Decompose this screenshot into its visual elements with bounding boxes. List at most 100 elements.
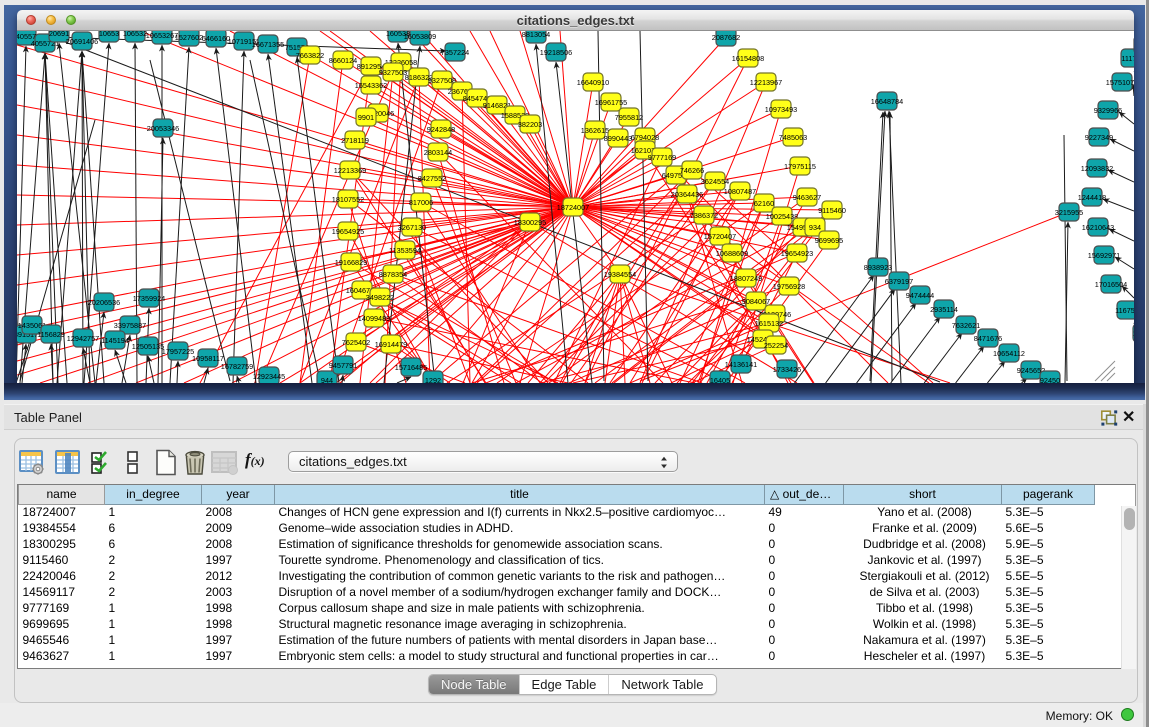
svg-text:11170: 11170: [1121, 54, 1134, 63]
svg-text:17359924: 17359924: [133, 294, 165, 303]
svg-text:18807249: 18807249: [730, 274, 762, 283]
svg-text:19166829: 19166829: [335, 258, 367, 267]
svg-text:19654925: 19654925: [332, 227, 364, 236]
svg-text:8813054: 8813054: [522, 31, 550, 39]
svg-text:2935114: 2935114: [930, 305, 958, 314]
svg-text:10973493: 10973493: [765, 105, 797, 114]
svg-text:12923445: 12923445: [253, 372, 285, 381]
svg-text:12505135: 12505135: [132, 342, 164, 351]
svg-text:7357224: 7357224: [441, 48, 469, 57]
svg-text:16154808: 16154808: [732, 54, 764, 63]
svg-text:1292: 1292: [425, 376, 441, 383]
svg-text:12213369: 12213369: [334, 166, 366, 175]
svg-text:3498222: 3498222: [366, 293, 394, 302]
svg-text:9463627: 9463627: [793, 193, 821, 202]
svg-text:12093832: 12093832: [1081, 164, 1113, 173]
svg-text:10958117: 10958117: [192, 354, 224, 363]
svg-text:20053346: 20053346: [147, 124, 179, 133]
svg-text:3215955: 3215955: [1055, 208, 1083, 217]
svg-text:20364436: 20364436: [671, 190, 703, 199]
svg-text:12942757: 12942757: [67, 334, 99, 343]
svg-text:9777169: 9777169: [648, 153, 676, 162]
svg-text:9327503: 9327503: [379, 68, 407, 77]
svg-text:9457791: 9457791: [329, 361, 357, 370]
svg-text:9699695: 9699695: [815, 236, 843, 245]
svg-text:7632621: 7632621: [952, 321, 980, 330]
svg-text:746266: 746266: [680, 166, 704, 175]
svg-text:10807487: 10807487: [724, 187, 756, 196]
svg-text:16640910: 16640910: [577, 78, 609, 87]
svg-text:106532: 106532: [123, 31, 147, 38]
svg-text:15720407: 15720407: [704, 232, 736, 241]
svg-text:15751074: 15751074: [1106, 78, 1134, 87]
svg-text:17957225: 17957225: [162, 347, 194, 356]
svg-text:8938923: 8938923: [864, 263, 892, 272]
svg-text:7625402: 7625402: [342, 338, 370, 347]
svg-text:62160: 62160: [754, 199, 774, 208]
svg-text:19654923: 19654923: [781, 249, 813, 258]
svg-text:1244418: 1244418: [1078, 193, 1106, 202]
svg-text:9329966: 9329966: [1094, 106, 1122, 115]
svg-text:1156829: 1156829: [37, 330, 65, 339]
svg-text:382203: 382203: [518, 120, 542, 129]
svg-text:8990443: 8990443: [604, 134, 632, 143]
svg-text:17975115: 17975115: [784, 162, 816, 171]
svg-text:16210643: 16210643: [1082, 223, 1114, 232]
svg-text:18724007: 18724007: [557, 203, 589, 212]
svg-text:14099489: 14099489: [358, 314, 390, 323]
svg-text:16543362: 16543362: [355, 81, 387, 90]
svg-text:7663822: 7663822: [296, 51, 324, 60]
svg-text:8660124: 8660124: [329, 56, 357, 65]
svg-text:18107552: 18107552: [332, 195, 364, 204]
svg-text:817006: 817006: [409, 198, 433, 207]
svg-text:17016504: 17016504: [1095, 280, 1127, 289]
svg-text:92450: 92450: [1040, 376, 1060, 383]
svg-text:10653267: 10653267: [146, 31, 178, 40]
svg-text:116753: 116753: [1115, 306, 1134, 315]
svg-text:1527602: 1527602: [175, 33, 203, 42]
svg-text:9474444: 9474444: [906, 291, 934, 300]
svg-text:9327508: 9327508: [428, 76, 456, 85]
svg-text:1615132: 1615132: [755, 319, 783, 328]
svg-text:6379197: 6379197: [885, 277, 913, 286]
svg-text:20206536: 20206536: [88, 298, 120, 307]
svg-text:12204: 12204: [1133, 329, 1134, 338]
svg-text:6466160: 6466160: [202, 34, 230, 43]
svg-text:16405: 16405: [710, 376, 730, 383]
svg-text:2718119: 2718119: [341, 136, 369, 145]
svg-text:10653: 10653: [99, 31, 119, 38]
svg-text:1733426: 1733426: [773, 365, 801, 374]
svg-text:7485063: 7485063: [779, 133, 807, 142]
svg-text:20691406: 20691406: [66, 37, 98, 46]
svg-text:934: 934: [809, 223, 821, 232]
svg-text:16053809: 16053809: [404, 32, 436, 41]
svg-text:18300295: 18300295: [514, 218, 546, 227]
svg-text:2087682: 2087682: [712, 33, 740, 42]
svg-text:3267130: 3267130: [398, 223, 426, 232]
svg-text:19756928: 19756928: [773, 282, 805, 291]
svg-text:9242848: 9242848: [427, 125, 455, 134]
svg-text:9901: 9901: [358, 113, 374, 122]
svg-text:15692971: 15692971: [1088, 251, 1120, 260]
svg-text:10654112: 10654112: [993, 349, 1025, 358]
svg-text:944: 944: [321, 376, 333, 383]
svg-text:10688609: 10688609: [716, 249, 748, 258]
svg-text:252254: 252254: [764, 341, 788, 350]
svg-text:7955812: 7955812: [615, 113, 643, 122]
svg-text:19384554: 19384554: [604, 270, 636, 279]
svg-text:15716485: 15716485: [395, 363, 427, 372]
svg-text:33975887: 33975887: [114, 321, 146, 330]
svg-text:12213967: 12213967: [750, 78, 782, 87]
svg-text:16648784: 16648784: [871, 97, 903, 106]
svg-text:14136141: 14136141: [725, 360, 757, 369]
svg-text:16671355: 16671355: [252, 40, 284, 49]
svg-text:16914479: 16914479: [375, 340, 407, 349]
svg-text:11353594: 11353594: [389, 246, 421, 255]
svg-text:9084067: 9084067: [742, 297, 770, 306]
svg-text:7386372: 7386372: [690, 211, 718, 220]
svg-text:3624554: 3624554: [701, 177, 729, 186]
svg-text:8427552: 8427552: [418, 174, 446, 183]
svg-text:9115460: 9115460: [818, 206, 846, 215]
svg-text:19218506: 19218506: [540, 48, 572, 57]
svg-text:8878354: 8878354: [379, 270, 407, 279]
